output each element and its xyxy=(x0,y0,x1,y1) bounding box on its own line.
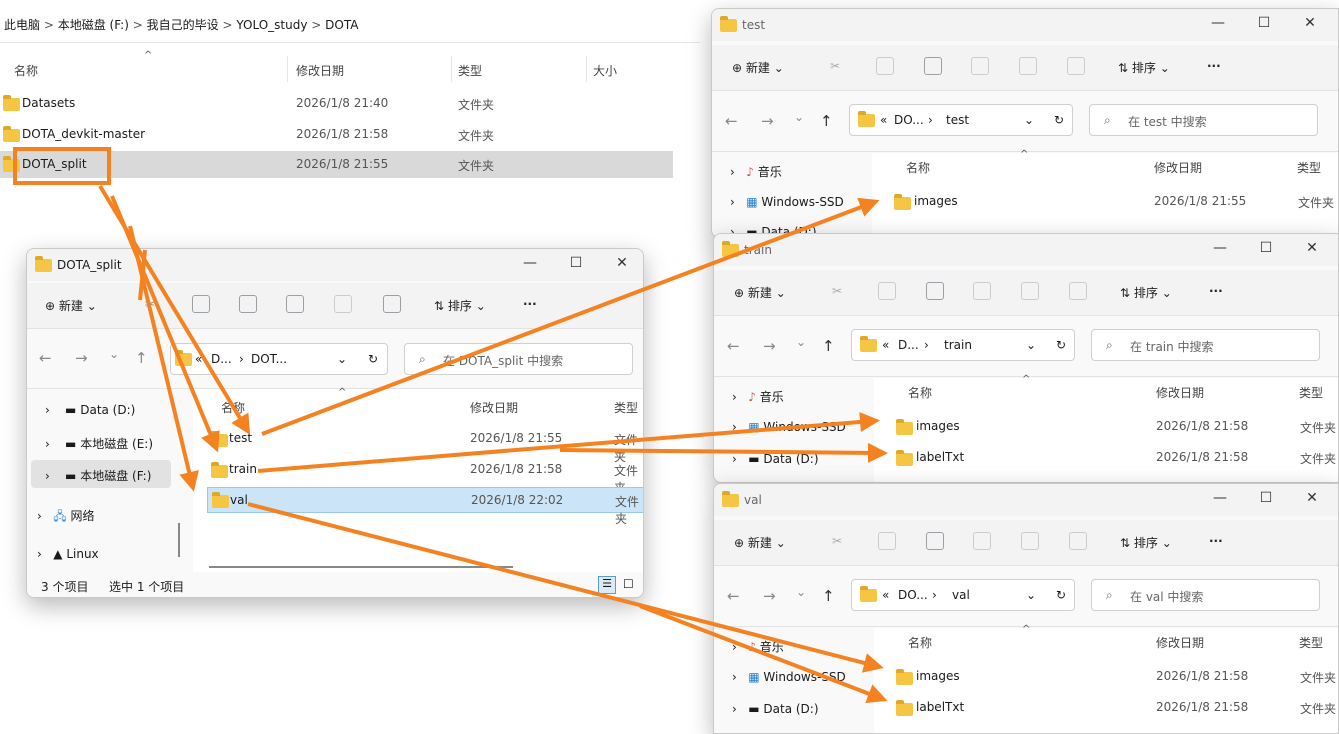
arrow-train-images xyxy=(257,412,880,473)
arrow-train-labeltxt xyxy=(559,442,888,463)
arrow-test-images xyxy=(261,197,880,436)
arrow-val-labeltxt xyxy=(639,604,888,704)
arrow-to-train xyxy=(110,195,220,453)
annotation-arrows xyxy=(98,184,888,704)
arrow-to-val xyxy=(128,225,199,492)
arrow-val-images xyxy=(247,502,884,673)
